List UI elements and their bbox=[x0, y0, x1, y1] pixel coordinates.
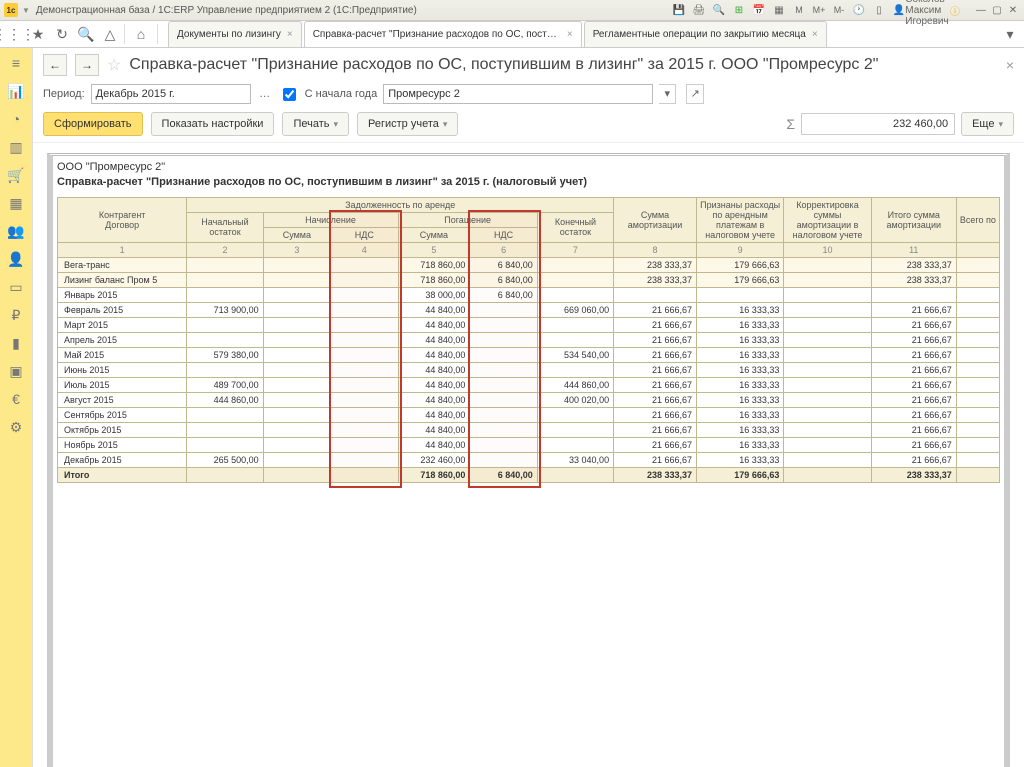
grid-icon[interactable]: ▦ bbox=[772, 3, 786, 17]
from-year-start-label: С начала года bbox=[305, 88, 378, 100]
print-button[interactable]: Печать▾ bbox=[282, 112, 349, 136]
total-field: 232 460,00 bbox=[801, 113, 955, 135]
minimize-button[interactable]: — bbox=[974, 3, 988, 17]
report-area: ООО "Промресурс 2" Справка-расчет "Призн… bbox=[33, 143, 1024, 767]
favorite-star-icon[interactable]: ☆ bbox=[107, 55, 121, 75]
close-tab-icon[interactable]: × bbox=[567, 29, 573, 40]
history-icon[interactable]: ↻ bbox=[52, 24, 72, 44]
people-icon[interactable]: 👥 bbox=[7, 222, 25, 240]
toolbar: ⋮⋮⋮ ★ ↻ 🔍 △ ⌂ Документы по лизингу× Спра… bbox=[0, 21, 1024, 48]
form-button[interactable]: Сформировать bbox=[43, 112, 143, 136]
document-tabs: Документы по лизингу× Справка-расчет "Пр… bbox=[168, 21, 996, 47]
m-plus-icon[interactable]: M+ bbox=[812, 3, 826, 17]
window-title: Демонстрационная база / 1С:ERP Управлени… bbox=[36, 5, 417, 16]
print-icon[interactable]: 🖨 bbox=[692, 3, 706, 17]
m-minus-icon[interactable]: M bbox=[792, 3, 806, 17]
from-year-start-checkbox[interactable] bbox=[283, 88, 296, 101]
folder-icon[interactable]: ▣ bbox=[7, 362, 25, 380]
period-field[interactable]: Декабрь 2015 г. bbox=[91, 84, 251, 104]
document-title: Справка-расчет "Признание расходов по ОС… bbox=[129, 56, 878, 74]
period-label: Период: bbox=[43, 88, 85, 100]
org-open-icon[interactable]: ↗ bbox=[686, 84, 704, 104]
card-icon[interactable]: ▭ bbox=[7, 278, 25, 296]
show-settings-button[interactable]: Показать настройки bbox=[151, 112, 275, 136]
tabs-dropdown-icon[interactable]: ▾ bbox=[1000, 24, 1020, 44]
box-icon[interactable]: ▥ bbox=[7, 138, 25, 156]
tab-closing-ops[interactable]: Регламентные операции по закрытию месяца… bbox=[584, 21, 827, 47]
person-icon[interactable]: 👤 bbox=[7, 250, 25, 268]
book-icon[interactable]: ▯ bbox=[872, 3, 886, 17]
close-document-icon[interactable]: × bbox=[1006, 57, 1014, 73]
window-titlebar: 1c ▼ Демонстрационная база / 1С:ERP Упра… bbox=[0, 0, 1024, 21]
report-table: КонтрагентДоговорЗадолженность по аренде… bbox=[57, 197, 1000, 483]
user-icon: 👤 bbox=[892, 3, 906, 17]
info-icon[interactable]: ⓘ bbox=[948, 3, 962, 17]
euro-icon[interactable]: € bbox=[7, 390, 25, 408]
clock-icon[interactable]: 🕐 bbox=[852, 3, 866, 17]
dropdown-icon[interactable]: ▼ bbox=[22, 6, 30, 15]
register-button[interactable]: Регистр учета▾ bbox=[357, 112, 458, 136]
search-toolbar-icon[interactable]: 🔍 bbox=[76, 24, 96, 44]
menu-icon[interactable]: ≡ bbox=[7, 54, 25, 72]
pie-icon[interactable]: ◔ bbox=[7, 110, 25, 128]
sigma-icon[interactable]: Σ bbox=[786, 116, 795, 132]
organization-field[interactable]: Промресурс 2 bbox=[383, 84, 653, 104]
report-header: ООО "Промресурс 2" Справка-расчет "Призн… bbox=[57, 160, 1000, 191]
cart-icon[interactable]: 🛒 bbox=[7, 166, 25, 184]
calendar-icon[interactable]: 📅 bbox=[752, 3, 766, 17]
maximize-button[interactable]: ▢ bbox=[990, 3, 1004, 17]
close-tab-icon[interactable]: × bbox=[287, 29, 293, 40]
home-icon[interactable]: ⌂ bbox=[124, 24, 158, 44]
user-name[interactable]: Соколов Максим Игоревич bbox=[920, 3, 934, 17]
tab-leasing-docs[interactable]: Документы по лизингу× bbox=[168, 21, 302, 47]
apps-icon[interactable]: ⋮⋮⋮ bbox=[4, 24, 24, 44]
building-icon[interactable]: ▦ bbox=[7, 194, 25, 212]
tab-report[interactable]: Справка-расчет "Признание расходов по ОС… bbox=[304, 21, 582, 47]
search-icon[interactable]: 🔍 bbox=[712, 3, 726, 17]
nav-back-button[interactable]: ← bbox=[43, 54, 67, 76]
save-icon[interactable]: 💾 bbox=[672, 3, 686, 17]
gear-icon[interactable]: ⚙ bbox=[7, 418, 25, 436]
m-minus2-icon[interactable]: M- bbox=[832, 3, 846, 17]
period-picker-icon[interactable]: … bbox=[257, 88, 273, 100]
ruble-icon[interactable]: ₽ bbox=[7, 306, 25, 324]
close-window-button[interactable]: ✕ bbox=[1006, 3, 1020, 17]
org-picker-icon[interactable]: ▾ bbox=[659, 84, 676, 104]
more-button[interactable]: Еще▾ bbox=[961, 112, 1014, 136]
section-sidebar: ≡ 📊 ◔ ▥ 🛒 ▦ 👥 👤 ▭ ₽ ▮ ▣ € ⚙ bbox=[0, 48, 33, 767]
bell-icon[interactable]: △ bbox=[100, 24, 120, 44]
calc-icon[interactable]: ⊞ bbox=[732, 3, 746, 17]
chart-icon[interactable]: 📊 bbox=[7, 82, 25, 100]
star-icon[interactable]: ★ bbox=[28, 24, 48, 44]
stats-icon[interactable]: ▮ bbox=[7, 334, 25, 352]
nav-fwd-button[interactable]: → bbox=[75, 54, 99, 76]
close-tab-icon[interactable]: × bbox=[812, 29, 818, 40]
app-logo-icon: 1c bbox=[4, 3, 18, 17]
